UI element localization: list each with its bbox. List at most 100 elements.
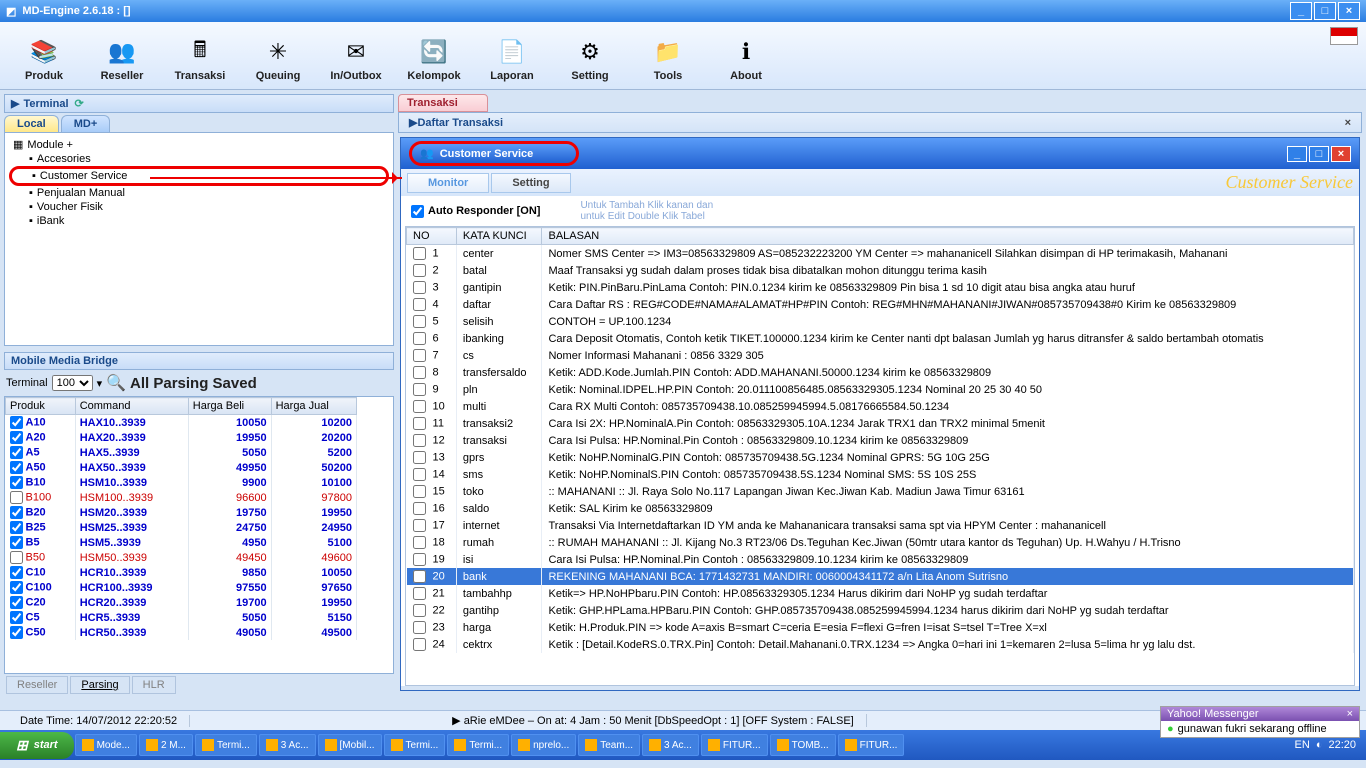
tool-in/outbox[interactable]: ✉In/Outbox	[318, 24, 394, 87]
grid-checkbox[interactable]	[413, 604, 426, 617]
price-row[interactable]: C50HCR50..39394905049500	[6, 625, 357, 640]
tree-item-ibank[interactable]: ▪iBank	[9, 214, 389, 228]
price-header[interactable]: Harga Jual	[271, 398, 356, 415]
price-row[interactable]: A20HAX20..39391995020200	[6, 430, 357, 445]
tree-item-voucher-fisik[interactable]: ▪Voucher Fisik	[9, 200, 389, 214]
row-checkbox[interactable]	[10, 626, 23, 639]
ym-close-icon[interactable]: ×	[1347, 708, 1353, 720]
grid-row[interactable]: 16saldoKetik: SAL Kirim ke 08563329809	[407, 500, 1354, 517]
grid-checkbox[interactable]	[413, 434, 426, 447]
taskbar-item[interactable]: Team...	[578, 734, 640, 756]
grid-checkbox[interactable]	[413, 638, 426, 651]
module-tree[interactable]: ▦Module +▪Accesories▪Customer Service▪Pe…	[4, 132, 394, 346]
grid-row[interactable]: 3gantipinKetik: PIN.PinBaru.PinLama Cont…	[407, 279, 1354, 296]
grid-row[interactable]: 1centerNomer SMS Center => IM3=085633298…	[407, 245, 1354, 263]
bottom-tab-reseller[interactable]: Reseller	[6, 676, 68, 694]
tool-setting[interactable]: ⚙Setting	[552, 24, 628, 87]
tool-about[interactable]: ℹAbout	[708, 24, 784, 87]
cs-maximize-button[interactable]: □	[1309, 146, 1329, 162]
taskbar-item[interactable]: [Mobil...	[318, 734, 382, 756]
grid-row[interactable]: 11transaksi2Cara Isi 2X: HP.NominalA.Pin…	[407, 415, 1354, 432]
taskbar-item[interactable]: nprelo...	[511, 734, 576, 756]
tray-lang[interactable]: EN	[1295, 739, 1310, 751]
tool-transaksi[interactable]: 🖩Transaksi	[162, 24, 238, 87]
row-checkbox[interactable]	[10, 446, 23, 459]
price-row[interactable]: A5HAX5..393950505200	[6, 445, 357, 460]
cs-close-button[interactable]: ×	[1331, 146, 1351, 162]
responder-table[interactable]: NOKATA KUNCIBALASAN 1centerNomer SMS Cen…	[405, 226, 1355, 686]
grid-checkbox[interactable]	[413, 281, 426, 294]
taskbar-item[interactable]: Termi...	[384, 734, 446, 756]
grid-row[interactable]: 2batalMaaf Transaksi yg sudah dalam pros…	[407, 262, 1354, 279]
price-table[interactable]: ProdukCommandHarga BeliHarga JualA10HAX1…	[4, 396, 394, 674]
terminal-panel-header[interactable]: ▶Terminal⟳	[4, 94, 394, 113]
row-checkbox[interactable]	[10, 596, 23, 609]
grid-row[interactable]: 17internetTransaksi Via Internetdaftarka…	[407, 517, 1354, 534]
grid-header[interactable]: KATA KUNCI	[456, 228, 542, 245]
close-button[interactable]: ×	[1338, 2, 1360, 20]
grid-row[interactable]: 18rumah:: RUMAH MAHANANI :: Jl. Kijang N…	[407, 534, 1354, 551]
price-row[interactable]: B5HSM5..393949505100	[6, 535, 357, 550]
grid-row[interactable]: 23hargaKetik: H.Produk.PIN => kode A=axi…	[407, 619, 1354, 636]
price-row[interactable]: C10HCR10..3939985010050	[6, 565, 357, 580]
grid-checkbox[interactable]	[413, 366, 426, 379]
taskbar-item[interactable]: 3 Ac...	[642, 734, 699, 756]
taskbar-item[interactable]: FITUR...	[838, 734, 905, 756]
price-row[interactable]: A50HAX50..39394995050200	[6, 460, 357, 475]
grid-row[interactable]: 22gantihpKetik: GHP.HPLama.HPBaru.PIN Co…	[407, 602, 1354, 619]
tree-item-accesories[interactable]: ▪Accesories	[9, 152, 389, 166]
price-row[interactable]: B10HSM10..3939990010100	[6, 475, 357, 490]
row-checkbox[interactable]	[10, 521, 23, 534]
search-icon[interactable]: 🔍	[106, 373, 126, 393]
minimize-button[interactable]: _	[1290, 2, 1312, 20]
grid-row[interactable]: 12transaksiCara Isi Pulsa: HP.Nominal.Pi…	[407, 432, 1354, 449]
row-checkbox[interactable]	[10, 491, 23, 504]
taskbar-item[interactable]: Termi...	[447, 734, 509, 756]
grid-row[interactable]: 14smsKetik: NoHP.NominalS.PIN Contoh: 08…	[407, 466, 1354, 483]
row-checkbox[interactable]	[10, 566, 23, 579]
grid-checkbox[interactable]	[413, 349, 426, 362]
grid-checkbox[interactable]	[413, 587, 426, 600]
tool-tools[interactable]: 📁Tools	[630, 24, 706, 87]
grid-checkbox[interactable]	[413, 400, 426, 413]
grid-row[interactable]: 13gprsKetik: NoHP.NominalG.PIN Contoh: 0…	[407, 449, 1354, 466]
tool-laporan[interactable]: 📄Laporan	[474, 24, 550, 87]
grid-header[interactable]: BALASAN	[542, 228, 1354, 245]
yahoo-messenger-popup[interactable]: Yahoo! Messenger× ●gunawan fukri sekaran…	[1160, 706, 1360, 738]
grid-checkbox[interactable]	[413, 570, 426, 583]
grid-checkbox[interactable]	[413, 536, 426, 549]
grid-checkbox[interactable]	[413, 247, 426, 260]
row-checkbox[interactable]	[10, 536, 23, 549]
price-row[interactable]: B20HSM20..39391975019950	[6, 505, 357, 520]
taskbar-item[interactable]: TOMB...	[770, 734, 836, 756]
daftar-transaksi-header[interactable]: ▶Daftar Transaksi×	[399, 113, 1361, 132]
tray-icon[interactable]: ◐	[1316, 739, 1323, 751]
grid-row[interactable]: 15toko:: MAHANANI :: Jl. Raya Solo No.11…	[407, 483, 1354, 500]
auto-responder-checkbox[interactable]	[411, 205, 424, 218]
cs-tab-monitor[interactable]: Monitor	[407, 173, 489, 193]
cs-minimize-button[interactable]: _	[1287, 146, 1307, 162]
grid-checkbox[interactable]	[413, 468, 426, 481]
bottom-tab-hlr[interactable]: HLR	[132, 676, 176, 694]
grid-checkbox[interactable]	[413, 383, 426, 396]
tab-transaksi[interactable]: Transaksi	[398, 94, 488, 112]
grid-checkbox[interactable]	[413, 451, 426, 464]
daftar-close-icon[interactable]: ×	[1345, 117, 1351, 129]
row-checkbox[interactable]	[10, 551, 23, 564]
row-checkbox[interactable]	[10, 431, 23, 444]
tool-kelompok[interactable]: 🔄Kelompok	[396, 24, 472, 87]
price-row[interactable]: C100HCR100..39399755097650	[6, 580, 357, 595]
grid-checkbox[interactable]	[413, 298, 426, 311]
grid-checkbox[interactable]	[413, 485, 426, 498]
grid-row[interactable]: 19isiCara Isi Pulsa: HP.Nominal.Pin Cont…	[407, 551, 1354, 568]
tab-mdplus[interactable]: MD+	[61, 115, 111, 132]
row-checkbox[interactable]	[10, 506, 23, 519]
row-checkbox[interactable]	[10, 416, 23, 429]
maximize-button[interactable]: □	[1314, 2, 1336, 20]
grid-checkbox[interactable]	[413, 417, 426, 430]
row-checkbox[interactable]	[10, 611, 23, 624]
taskbar-item[interactable]: Mode...	[75, 734, 137, 756]
grid-checkbox[interactable]	[413, 315, 426, 328]
grid-row[interactable]: 4daftarCara Daftar RS : REG#CODE#NAMA#AL…	[407, 296, 1354, 313]
tool-produk[interactable]: 📚Produk	[6, 24, 82, 87]
